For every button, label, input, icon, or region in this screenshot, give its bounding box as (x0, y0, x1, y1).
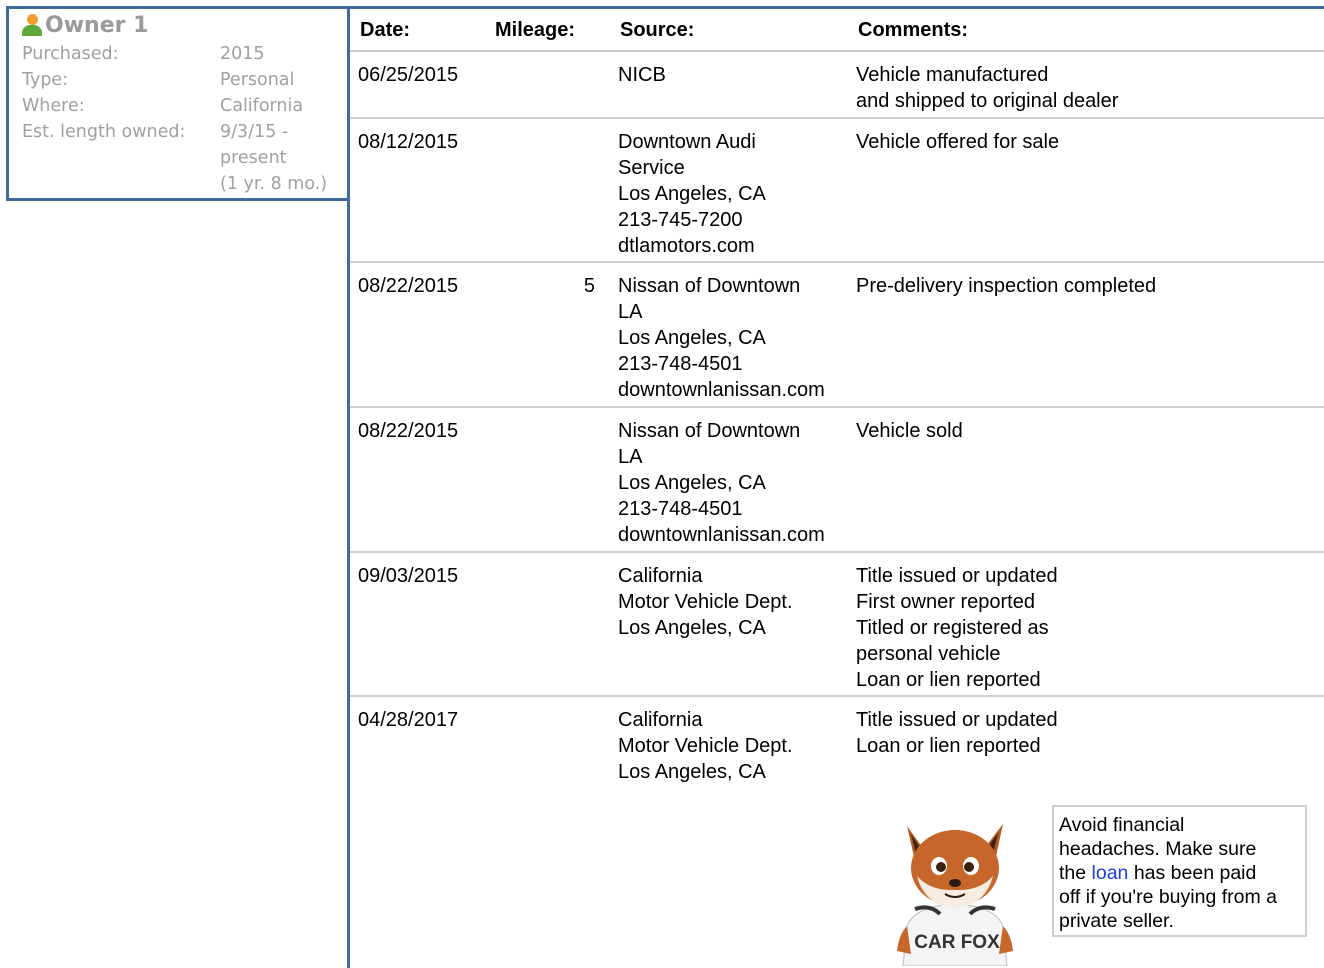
tip-line-1: Avoid financial (1059, 814, 1185, 836)
history-source-line: Los Angeles, CA (618, 327, 766, 349)
history-source: California Motor Vehicle Dept. Los Angeles… (618, 707, 793, 785)
history-mileage: 5 (583, 275, 595, 297)
history-source: Downtown Audi Service Los Angeles, CA 213-7… (618, 129, 766, 259)
carfox-mascot-image: CAR FOX (897, 824, 1013, 966)
history-comments: Vehicle manufactured and shipped to origi… (856, 62, 1118, 114)
owner-detail-value: 9/3/15 - present (1 yr. 8 mo.) (220, 119, 345, 197)
tip-line-3-post: has been paid (1128, 862, 1257, 884)
history-source: California Motor Vehicle Dept. Los Angeles… (618, 563, 793, 641)
history-comment-line: Loan or lien reported (856, 735, 1041, 757)
history-source-line: California (618, 565, 703, 587)
mileage-header: Mileage: (495, 19, 576, 41)
owner-detail-value-line: present (220, 148, 287, 168)
owner-detail-value-line: (1 yr. 8 mo.) (220, 174, 328, 194)
owner-detail-value: California (220, 93, 345, 119)
history-source-line: Service (618, 157, 685, 179)
history-row: 08/12/2015 Downtown Audi Service Los Angele… (350, 119, 1324, 263)
owner-title-text: Owner 1 (45, 12, 149, 38)
history-comment-line: Vehicle manufactured (856, 64, 1049, 86)
history-source-line: 213-748-4501 (618, 353, 743, 375)
history-comments: Title issued or updated Loan or lien repo… (856, 707, 1058, 759)
history-source-line: NICB (618, 64, 666, 86)
history-source-line: Nissan of Downtown (618, 275, 801, 297)
owner-detail-label: Type: (22, 70, 69, 90)
history-date: 08/22/2015 (358, 275, 459, 297)
history-source-line: Los Angeles, CA (618, 183, 766, 205)
history-comment-line: personal vehicle (856, 643, 1001, 665)
owner-detail-value-line: Personal (220, 70, 295, 90)
history-comment-line: Titled or registered as (856, 617, 1049, 639)
owner-detail-label: Where: (22, 96, 85, 116)
history-source-line: Los Angeles, CA (618, 761, 766, 783)
tip-line-5: private seller. (1059, 910, 1174, 932)
source-header: Source: (620, 19, 695, 41)
history-comment-line: Vehicle sold (856, 420, 963, 442)
history-source-line: downtownlanissan.com (618, 524, 825, 546)
history-source-line: LA (618, 301, 643, 323)
comments-header: Comments: (858, 19, 969, 41)
history-comment-line: Pre-delivery inspection completed (856, 275, 1157, 297)
tip-line-2: headaches. Make sure (1059, 838, 1257, 860)
history-comment-line: Title issued or updated (856, 565, 1058, 587)
history-comments: Vehicle offered for sale (856, 129, 1059, 155)
history-comment-line: and shipped to original dealer (856, 90, 1119, 112)
history-table: Date: Mileage: Source: Comments: 06/25/2… (347, 6, 1324, 968)
carfox-shirt-text: CAR FOX (914, 932, 1000, 953)
history-header: Date: Mileage: Source: Comments: (350, 9, 1324, 52)
owner-detail-value-line: California (220, 96, 304, 116)
tip-line-3: the loan has been paid (1059, 861, 1300, 885)
history-date: 04/28/2017 (358, 709, 459, 731)
tip-line-4: off if you're buying from a (1059, 886, 1277, 908)
loan-link[interactable]: loan (1092, 862, 1129, 884)
history-row: 09/03/2015 California Motor Vehicle Dept. L… (350, 553, 1324, 697)
owner-title: Owner 1 (21, 11, 148, 39)
history-source-line: Motor Vehicle Dept. (618, 591, 793, 613)
history-row: 08/22/2015 Nissan of Downtown LA Los Angele… (350, 408, 1324, 553)
history-date: 09/03/2015 (358, 565, 459, 587)
loan-tip-box: Avoid financial headaches. Make sure the… (1052, 805, 1307, 937)
history-date: 08/22/2015 (358, 420, 459, 442)
history-comments: Pre-delivery inspection completed (856, 273, 1156, 299)
history-source-line: Los Angeles, CA (618, 617, 766, 639)
history-row: 06/25/2015 NICB Vehicle manufactured and sh… (350, 52, 1324, 119)
history-comments: Title issued or updated First owner repor… (856, 563, 1058, 693)
history-source-line: dtlamotors.com (618, 235, 755, 257)
owner-detail-label: Est. length owned: (22, 122, 186, 142)
history-date: 06/25/2015 (358, 64, 459, 86)
history-source-line: Nissan of Downtown (618, 420, 801, 442)
tip-line-3-pre: the (1059, 862, 1092, 884)
owner-detail-label: Purchased: (22, 44, 119, 64)
history-source-line: downtownlanissan.com (618, 379, 825, 401)
history-date: 08/12/2015 (358, 131, 459, 153)
owner-detail-value-line: 2015 (220, 44, 265, 64)
history-source-line: LA (618, 446, 643, 468)
history-source-line: Los Angeles, CA (618, 472, 766, 494)
owner-detail-value-line: 9/3/15 - (220, 122, 289, 142)
history-comment-line: First owner reported (856, 591, 1035, 613)
owner-detail-value: Personal (220, 67, 345, 93)
history-source-line: 213-748-4501 (618, 498, 743, 520)
history-comment-line: Loan or lien reported (856, 669, 1041, 691)
history-source-line: Motor Vehicle Dept. (618, 735, 793, 757)
history-source: Nissan of Downtown LA Los Angeles, CA 213-7… (618, 418, 825, 548)
history-source-line: Downtown Audi (618, 131, 756, 153)
history-source-line: California (618, 709, 703, 731)
date-header: Date: (360, 19, 411, 41)
history-source-line: 213-745-7200 (618, 209, 743, 231)
history-comment-line: Vehicle offered for sale (856, 131, 1060, 153)
history-comment-line: Title issued or updated (856, 709, 1058, 731)
history-source: NICB (618, 62, 666, 88)
history-row: 08/22/2015 5 Nissan of Downtown LA Los Angel… (350, 263, 1324, 408)
owner-panel: Owner 1 Purchased: 2015 Type: Personal Where… (6, 6, 350, 201)
history-comments: Vehicle sold (856, 418, 963, 444)
owner-detail-value: 2015 (220, 41, 345, 67)
history-source: Nissan of Downtown LA Los Angeles, CA 213-7… (618, 273, 825, 403)
person-icon (21, 14, 43, 38)
